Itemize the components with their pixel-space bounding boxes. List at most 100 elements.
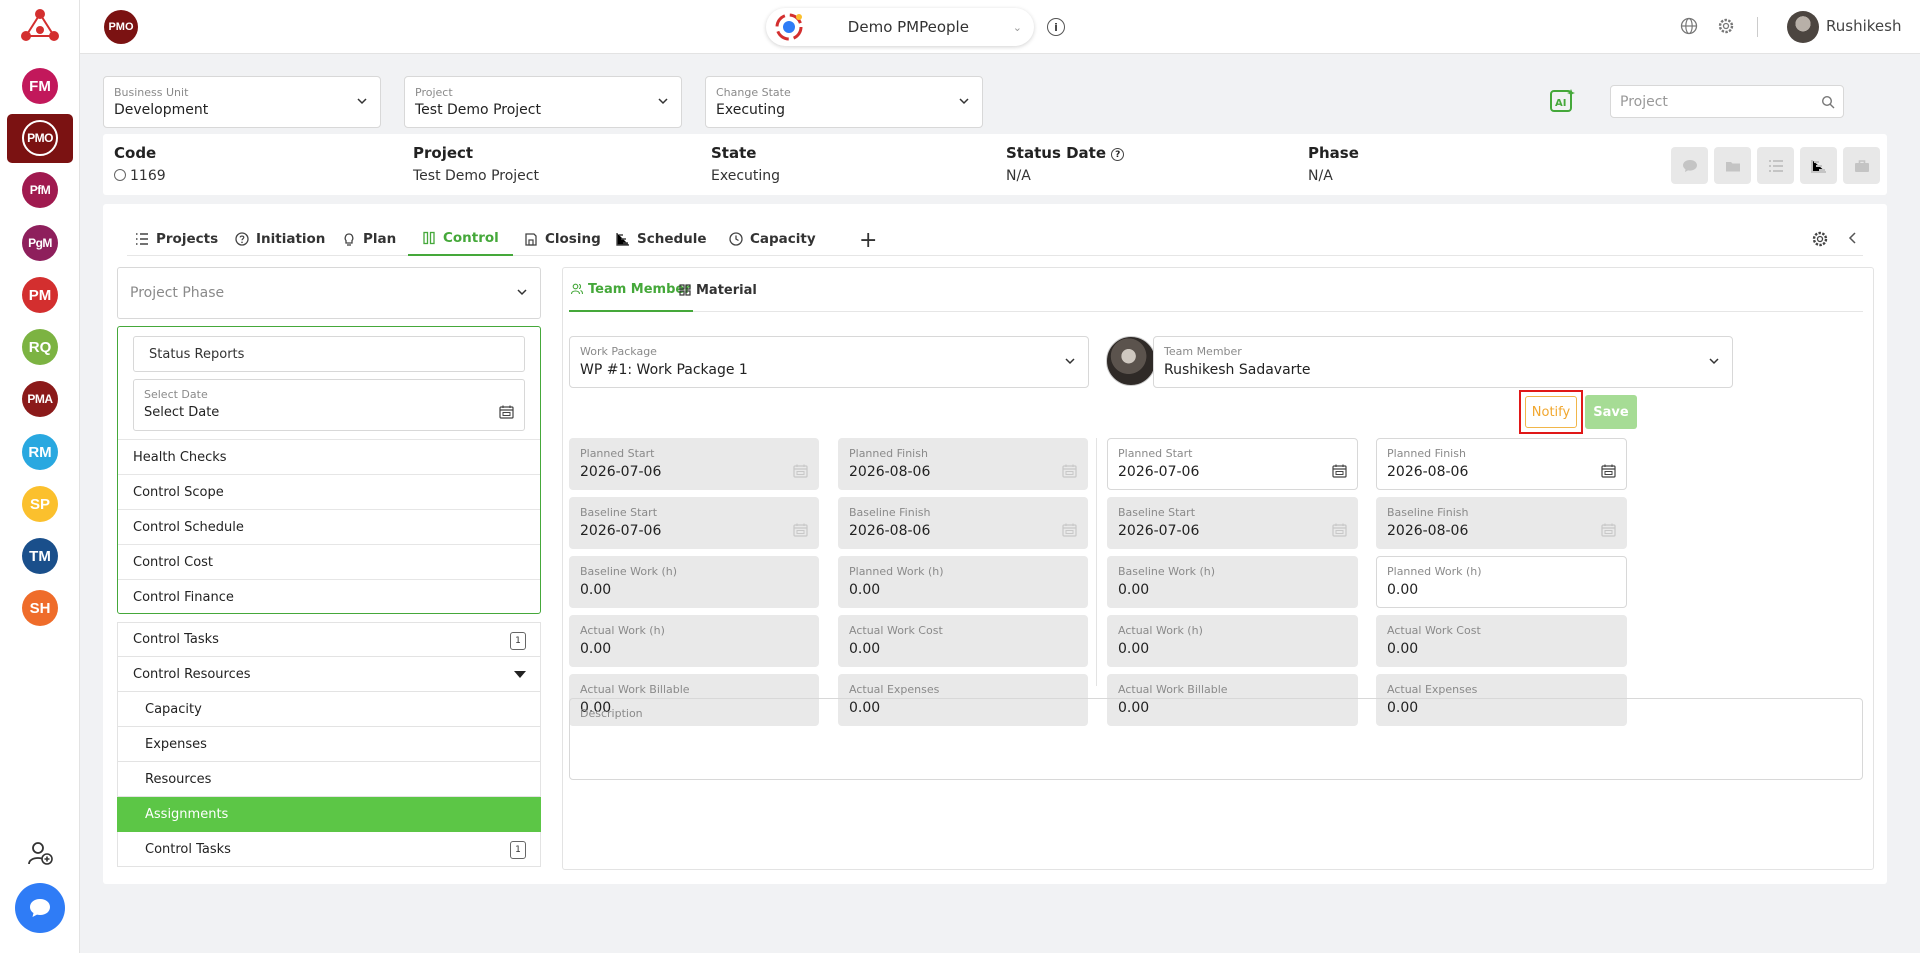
search-icon[interactable] [1821,95,1835,109]
app-pma[interactable]: PMA [22,381,58,417]
calendar-icon[interactable] [1332,464,1347,478]
app-fm[interactable]: FM [22,68,58,104]
baseline-work-field[interactable]: Baseline Work (h) 0.00 [569,556,819,608]
menu-control-cost[interactable]: Control Cost [118,544,540,579]
menu-label: Control Scope [133,484,224,500]
menu-control-schedule[interactable]: Control Schedule [118,509,540,544]
menu-control-resources[interactable]: Control Resources [117,657,541,692]
app-rq[interactable]: RQ [22,329,58,365]
portfolio-button[interactable] [1843,147,1880,184]
help-icon[interactable]: ? [1111,148,1125,161]
baseline-finish-field[interactable]: Baseline Finish 2026-08-06 [838,497,1088,549]
app-pgm[interactable]: PgM [22,225,58,261]
calendar-icon[interactable] [1601,464,1616,478]
add-user-icon[interactable] [27,840,53,866]
status-reports-menu: Status Reports Select Date Select Date H… [117,326,541,614]
planned-start-field[interactable]: Planned Start 2026-07-06 [569,438,819,490]
actual-work-cost-field[interactable]: Actual Work Cost 0.00 [838,615,1088,667]
submenu-capacity[interactable]: Capacity [117,692,541,727]
field-label: Planned Start [580,447,655,460]
app-sp[interactable]: SP [22,486,58,522]
pmpeople-logo[interactable] [19,6,61,44]
tab-plan[interactable]: Plan [342,222,396,256]
user-avatar[interactable] [1787,11,1819,43]
calendar-icon[interactable] [499,405,514,419]
subtab-material[interactable]: Material [679,268,757,312]
chevron-left-icon[interactable] [1847,231,1859,245]
briefcase-icon [1854,159,1869,172]
settings-gear-icon[interactable] [1811,230,1829,248]
app-pm[interactable]: PM [22,277,58,313]
user-name[interactable]: Rushikesh [1826,17,1901,35]
radio-icon[interactable] [114,169,126,181]
documents-button[interactable] [1714,147,1751,184]
member-actual-work-cost-field[interactable]: Actual Work Cost 0.00 [1376,615,1627,667]
change-state-label: Change State [716,86,791,99]
globe-icon[interactable] [1680,17,1698,35]
code-value[interactable]: 1169 [114,168,166,184]
app-pmo-active[interactable]: PMO [7,114,73,163]
project-phase-select[interactable]: Project Phase [117,267,541,319]
submenu-assignments[interactable]: Assignments [117,797,541,832]
menu-health-checks[interactable]: Health Checks [118,439,540,474]
state-heading: State [711,144,757,162]
app-rm[interactable]: RM [22,434,58,470]
tab-schedule[interactable]: Schedule [616,222,707,256]
subtab-team-member[interactable]: Team Member [569,268,693,312]
tab-control[interactable]: Control [408,222,513,256]
tab-initiation[interactable]: Initiation [235,222,325,256]
gantt-button[interactable] [1800,147,1837,184]
ai-assistant-icon[interactable]: AI [1549,87,1577,115]
menu-control-scope[interactable]: Control Scope [118,474,540,509]
team-member-select[interactable]: Team Member Rushikesh Sadavarte [1153,336,1733,388]
member-planned-finish-field[interactable]: Planned Finish 2026-08-06 [1376,438,1627,490]
submenu-expenses[interactable]: Expenses [117,727,541,762]
actual-work-field[interactable]: Actual Work (h) 0.00 [569,615,819,667]
notify-button[interactable]: Notify [1525,396,1577,428]
menu-control-finance[interactable]: Control Finance [118,579,540,614]
project-select[interactable]: Project Test Demo Project [404,76,682,128]
member-baseline-finish-field[interactable]: Baseline Finish 2026-08-06 [1376,497,1627,549]
comments-button[interactable] [1671,147,1708,184]
app-tm[interactable]: TM [22,538,58,574]
list-button[interactable] [1757,147,1794,184]
tab-capacity[interactable]: Capacity [729,222,816,256]
app-pmo[interactable]: PMO [22,120,58,156]
member-actual-work-field[interactable]: Actual Work (h) 0.00 [1107,615,1358,667]
field-label: Baseline Finish [849,506,931,519]
chevron-down-icon [517,289,527,296]
field-value: 0.00 [1118,641,1150,657]
business-unit-select[interactable]: Business Unit Development [103,76,381,128]
workspace-switcher[interactable]: Demo PMPeople ⌄ [766,8,1034,46]
app-sh[interactable]: SH [22,590,58,626]
field-value: 2026-08-06 [1387,464,1469,480]
member-baseline-start-field[interactable]: Baseline Start 2026-07-06 [1107,497,1358,549]
change-state-select[interactable]: Change State Executing [705,76,983,128]
add-tab-icon[interactable]: + [859,228,877,253]
save-button[interactable]: Save [1585,395,1637,429]
field-label: Baseline Finish [1387,506,1469,519]
work-package-select[interactable]: Work Package WP #1: Work Package 1 [569,336,1089,388]
description-textarea[interactable]: Description [569,698,1863,780]
submenu-control-tasks[interactable]: Control Tasks 1 [117,832,541,867]
field-label: Actual Work Billable [1118,683,1228,696]
member-planned-work-input[interactable]: Planned Work (h) 0.00 [1376,556,1627,608]
member-planned-start-field[interactable]: Planned Start 2026-07-06 [1107,438,1358,490]
select-date-field[interactable]: Select Date Select Date [133,379,525,431]
team-member-label: Team Member [1164,345,1242,358]
state-column: State Executing [711,144,780,184]
project-search-input[interactable]: Project [1610,85,1844,118]
chat-button[interactable] [15,883,65,933]
settings-gear-icon[interactable] [1717,17,1735,35]
status-reports-item[interactable]: Status Reports [133,336,525,372]
menu-control-tasks[interactable]: Control Tasks 1 [117,622,541,657]
planned-work-field[interactable]: Planned Work (h) 0.00 [838,556,1088,608]
baseline-start-field[interactable]: Baseline Start 2026-07-06 [569,497,819,549]
member-baseline-work-field[interactable]: Baseline Work (h) 0.00 [1107,556,1358,608]
submenu-resources[interactable]: Resources [117,762,541,797]
tab-projects[interactable]: Projects [135,222,218,256]
app-pfm[interactable]: PfM [22,172,58,208]
info-icon[interactable]: i [1047,18,1065,36]
planned-finish-field[interactable]: Planned Finish 2026-08-06 [838,438,1088,490]
tab-closing[interactable]: Closing [524,222,601,256]
